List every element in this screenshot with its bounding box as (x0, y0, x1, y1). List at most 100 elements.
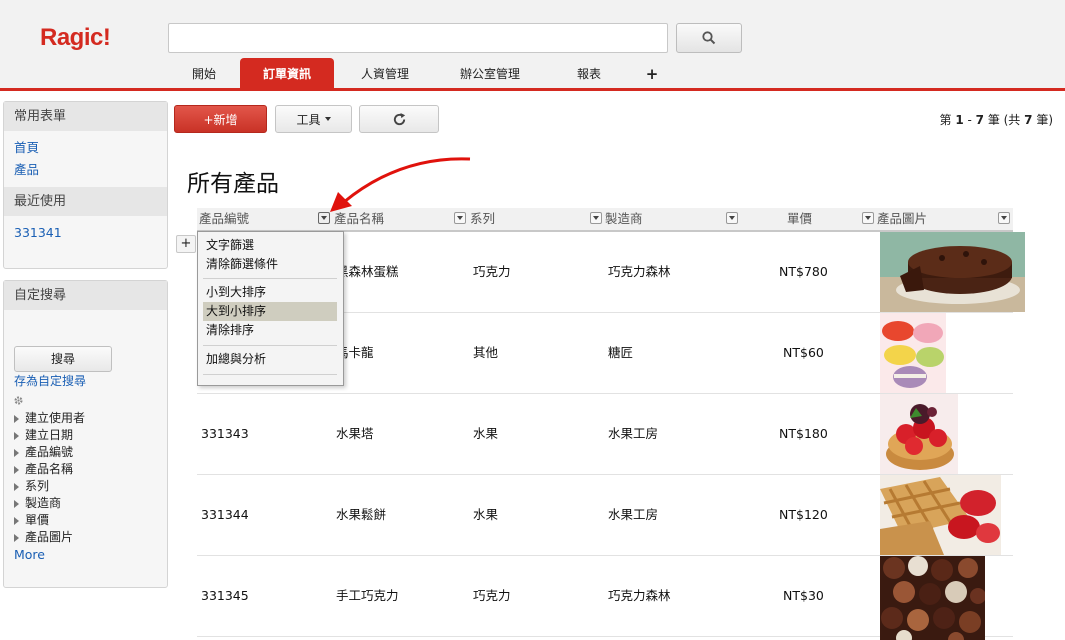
filter-field-photo[interactable]: 產品圖片 (4, 529, 167, 546)
pager-info: 第 1 - 7 筆 (共 7 筆) (939, 111, 1053, 128)
cell-price: NT$30 (783, 588, 824, 603)
cell-series: 水果 (473, 507, 499, 522)
tools-dropdown-button[interactable]: 工具 (275, 105, 352, 133)
cell-price: NT$780 (779, 264, 828, 279)
filter-field-label: 單價 (25, 513, 50, 527)
gear-icon[interactable] (4, 390, 167, 410)
custom-search-button[interactable]: 搜尋 (14, 346, 112, 372)
tab-office[interactable]: 辦公室管理 (436, 58, 544, 91)
column-header-product-id[interactable]: 產品編號 (199, 208, 249, 230)
pager-total: 7 (1024, 113, 1033, 127)
ragic-logo[interactable]: Ragic! (40, 24, 111, 52)
more-fields-link[interactable]: More (4, 546, 167, 564)
tab-order-info[interactable]: 訂單資訊 (240, 58, 334, 91)
tab-hr[interactable]: 人資管理 (334, 58, 436, 91)
cell-price: NT$60 (783, 345, 824, 360)
cell-product-id: 331343 (201, 426, 249, 441)
column-dropdown-icon[interactable] (726, 212, 738, 224)
cell-maker: 巧克力森林 (608, 588, 671, 603)
tools-label: 工具 (296, 112, 321, 127)
column-dropdown-icon[interactable] (862, 212, 874, 224)
column-header-price[interactable]: 單價 (787, 208, 812, 230)
cell-maker: 糖匠 (608, 345, 634, 360)
menu-item-text-filter[interactable]: 文字篩選 (203, 236, 337, 255)
menu-separator (203, 345, 337, 346)
search-input[interactable] (168, 23, 668, 53)
cell-maker: 巧克力森林 (608, 264, 671, 279)
add-record-button[interactable]: +新增 (174, 105, 267, 133)
save-custom-search-link[interactable]: 存為自定搜尋 (4, 372, 167, 390)
filter-field-maker[interactable]: 製造商 (4, 495, 167, 512)
custom-search-heading: 自定搜尋 (4, 281, 167, 310)
chocolates-photo[interactable] (880, 556, 985, 640)
cell-series: 巧克力 (473, 588, 511, 603)
menu-item-sort-descending[interactable]: 大到小排序 (203, 302, 337, 321)
cell-maker: 水果工房 (608, 507, 659, 522)
menu-item-clear-filter[interactable]: 清除篩選條件 (203, 255, 337, 274)
module-tabs: 開始 訂單資訊 人資管理 辦公室管理 報表 + (168, 58, 670, 91)
cell-series: 水果 (473, 426, 499, 441)
expand-triangle-icon (14, 533, 19, 542)
macarons-photo[interactable] (880, 313, 946, 393)
annotation-arrow (330, 157, 471, 212)
menu-item-clear-sort[interactable]: 清除排序 (203, 321, 337, 340)
cell-maker: 水果工房 (608, 426, 659, 441)
fruit-tart-photo[interactable] (880, 394, 958, 474)
pager-to: 7 (975, 113, 984, 127)
filter-field-label: 製造商 (25, 496, 62, 510)
pager-suffix: 筆) (1032, 113, 1053, 127)
cell-product-id: 331345 (201, 588, 249, 603)
recent-heading: 最近使用 (4, 187, 167, 216)
expand-triangle-icon (14, 465, 19, 474)
expand-triangle-icon (14, 499, 19, 508)
search-icon (702, 31, 716, 45)
menu-item-summary-analysis[interactable]: 加總與分析 (203, 350, 337, 369)
cell-product-id: 331344 (201, 507, 249, 522)
sidebar-link-products[interactable]: 產品 (4, 159, 167, 181)
tab-start[interactable]: 開始 (168, 58, 240, 91)
cell-product-name: 手工巧克力 (336, 588, 399, 603)
filter-field-creator[interactable]: 建立使用者 (4, 410, 167, 427)
sidebar-favorites-panel: 常用表單 首頁 產品 最近使用 331341 (3, 101, 168, 269)
filter-field-label: 產品編號 (25, 445, 74, 459)
column-options-menu: 文字篩選 清除篩選條件 小到大排序 大到小排序 清除排序 加總與分析 (197, 231, 344, 386)
filter-field-label: 產品名稱 (25, 462, 74, 476)
sidebar-link-home[interactable]: 首頁 (4, 137, 167, 159)
cell-price: NT$120 (779, 507, 828, 522)
filter-field-product-name[interactable]: 產品名稱 (4, 461, 167, 478)
row-add-button[interactable]: + (176, 235, 196, 253)
filter-field-created-date[interactable]: 建立日期 (4, 427, 167, 444)
expand-triangle-icon (14, 414, 19, 423)
page-title: 所有產品 (187, 171, 279, 197)
column-dropdown-icon[interactable] (998, 212, 1010, 224)
expand-triangle-icon (14, 448, 19, 457)
cell-price: NT$180 (779, 426, 828, 441)
pager-from: 1 (955, 113, 964, 127)
refresh-button[interactable] (359, 105, 439, 133)
favorites-heading: 常用表單 (4, 102, 167, 131)
fruit-waffle-photo[interactable] (880, 475, 1001, 555)
search-button[interactable] (676, 23, 742, 53)
filter-field-product-id[interactable]: 產品編號 (4, 444, 167, 461)
cell-series: 巧克力 (473, 264, 511, 279)
chocolate-cake-photo[interactable] (880, 232, 1025, 312)
column-header-maker[interactable]: 製造商 (605, 208, 643, 230)
pager-mid: 筆 (共 (984, 113, 1025, 127)
filter-field-label: 產品圖片 (25, 530, 74, 544)
filter-field-series[interactable]: 系列 (4, 478, 167, 495)
column-dropdown-icon[interactable] (590, 212, 602, 224)
filter-field-price[interactable]: 單價 (4, 512, 167, 529)
pager-prefix: 第 (939, 113, 956, 127)
cell-product-name: 水果鬆餅 (336, 507, 387, 522)
expand-triangle-icon (14, 482, 19, 491)
recent-record-link[interactable]: 331341 (4, 222, 167, 244)
cell-series: 其他 (473, 345, 499, 360)
expand-triangle-icon (14, 516, 19, 525)
refresh-icon (393, 112, 405, 125)
column-header-photo[interactable]: 產品圖片 (877, 208, 927, 230)
sidebar-custom-search-panel: 自定搜尋 搜尋 存為自定搜尋 建立使用者 建立日期 產品編號 產品名稱 系列 製… (3, 280, 168, 588)
filter-field-label: 建立日期 (25, 428, 74, 442)
tab-reports[interactable]: 報表 (544, 58, 634, 91)
menu-item-sort-ascending[interactable]: 小到大排序 (203, 283, 337, 302)
add-tab-button[interactable]: + (634, 58, 670, 91)
